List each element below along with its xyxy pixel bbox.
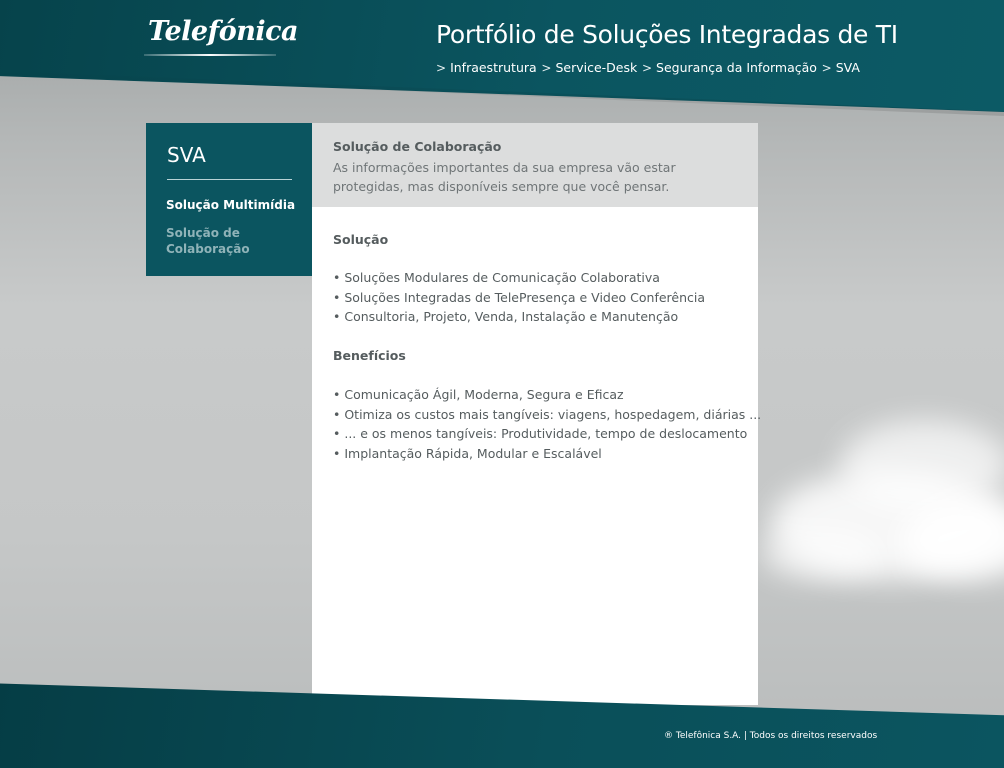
chevron-right-icon: > (821, 61, 832, 75)
section-heading-solucao: Solução (333, 232, 389, 247)
content-panel: Solução de Colaboração As informações im… (312, 123, 762, 705)
content-title: Solução de Colaboração (333, 139, 502, 154)
chevron-right-icon: > (641, 61, 653, 75)
nav-item-label: Infraestrutura (450, 60, 537, 75)
list-item: • Soluções Modulares de Comunicação Cola… (333, 270, 660, 285)
beneficios-list: • Comunicação Ágil, Moderna, Segura e Ef… (333, 385, 762, 463)
sidebar-item-solucao-colaboracao[interactable]: Solução de Colaboração (166, 225, 296, 257)
list-item: • Otimiza os custos mais tangíveis: viag… (333, 406, 762, 422)
page-title: Portfólio de Soluções Integradas de TI (436, 20, 898, 49)
section-heading-beneficios: Benefícios (333, 348, 406, 363)
divider (167, 179, 292, 180)
cloud-decoration (760, 530, 880, 580)
logo-underline (144, 54, 276, 56)
nav-item-service-desk[interactable]: > Service-Desk (541, 60, 637, 78)
list-item: • Implantação Rápida, Modular e Escaláve… (333, 445, 602, 461)
sidebar: SVA Solução Multimídia Solução de Colabo… (146, 123, 312, 276)
chevron-right-icon: > (436, 61, 447, 75)
top-navigation: > Infraestrutura > Service-Desk > Segurança… (436, 60, 860, 78)
nav-item-sva[interactable]: > SVA (822, 60, 860, 78)
nav-item-label: Segurança da Informação (656, 60, 817, 75)
telefonica-logo[interactable]: Telefónica (148, 16, 299, 47)
nav-item-infraestrutura[interactable]: > Infraestrutura (436, 60, 537, 78)
content-subtitle: As informações importantes da sua empres… (333, 160, 676, 194)
list-item: • Consultoria, Projeto, Venda, Instalaçã… (333, 309, 679, 324)
cloud-decoration (840, 420, 1004, 510)
solucao-list: • Soluções Modulares de Comunicação Cola… (333, 268, 743, 327)
content-header: Solução de Colaboração As informações im… (312, 123, 758, 207)
nav-item-label: Service-Desk (555, 60, 638, 75)
list-item: • Soluções Integradas de TelePresença e … (333, 289, 706, 305)
nav-item-seguranca[interactable]: > Segurança da Informação (642, 60, 817, 78)
chevron-right-icon: > (541, 61, 552, 75)
list-item: • ... e os menos tangíveis: Produtividad… (333, 426, 748, 441)
nav-item-label: SVA (835, 60, 860, 75)
list-item: • Comunicação Ágil, Moderna, Segura e Ef… (333, 387, 624, 402)
sidebar-title: SVA (167, 143, 206, 167)
footer-copyright: ® Telefônica S.A. | Todos os direitos re… (664, 731, 878, 741)
sidebar-item-solucao-multimidia[interactable]: Solução Multimídia (166, 197, 296, 213)
